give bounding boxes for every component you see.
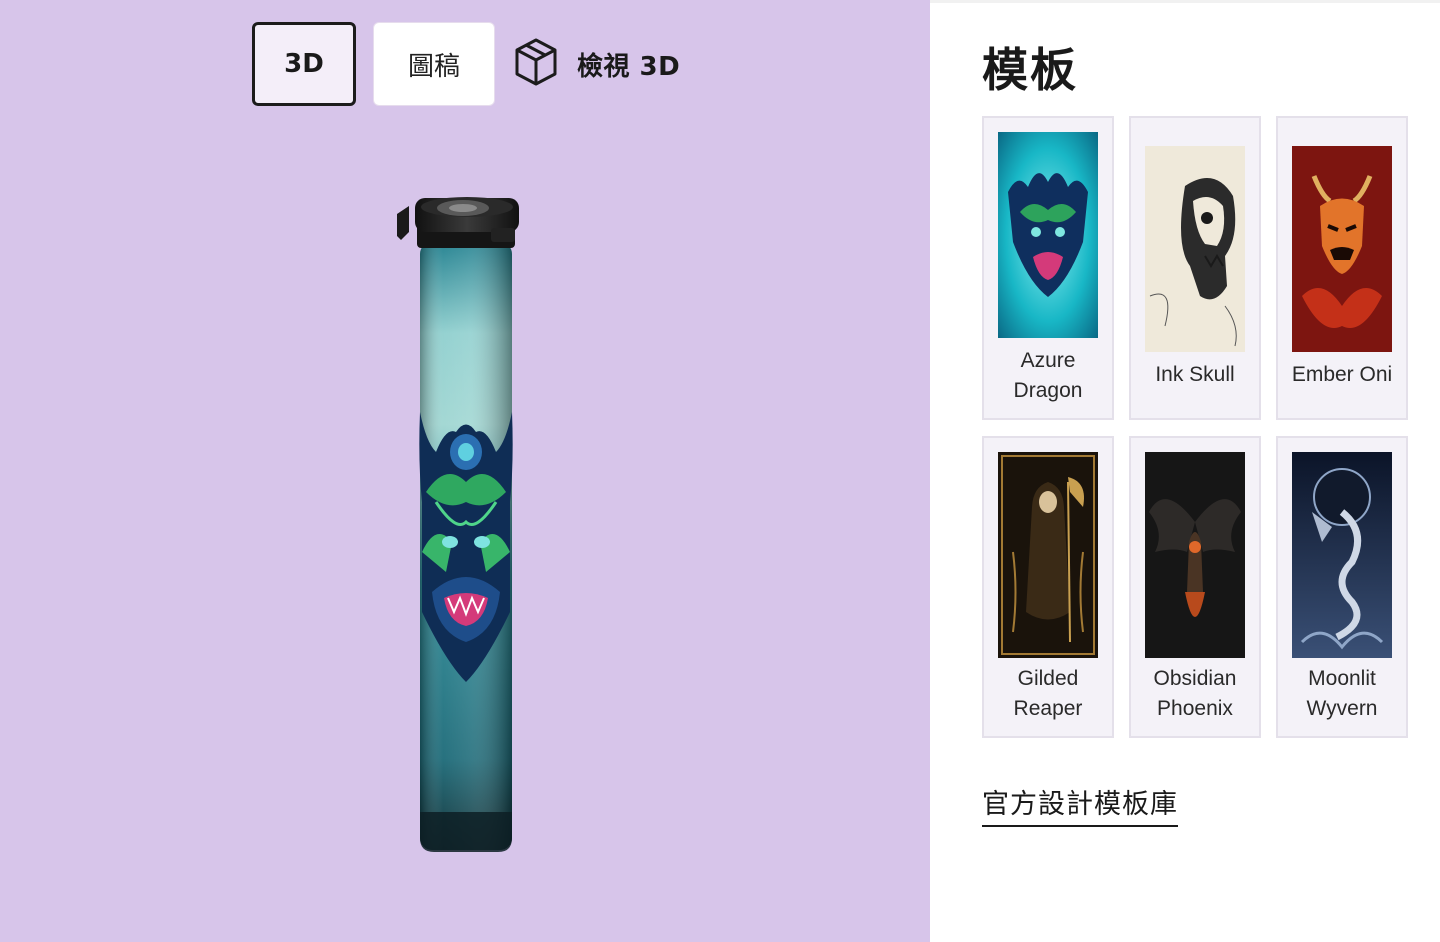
template-card-ink-skull[interactable]: Ink Skull (1129, 116, 1261, 420)
template-thumbnail (1145, 146, 1245, 352)
template-thumbnail (998, 452, 1098, 658)
product-viewer: 3D 圖稿 檢視 3D (0, 0, 930, 942)
view-3d-label: 檢視 3D (577, 51, 681, 82)
template-card-azure-dragon[interactable]: Azure Dragon (982, 116, 1114, 420)
templates-panel: 模板 Azure Dragon Ink Skull Ember Oni Gild… (930, 0, 1440, 942)
template-thumbnail (998, 132, 1098, 338)
template-thumbnail (1145, 452, 1245, 658)
template-card-gilded-reaper[interactable]: Gilded Reaper (982, 436, 1114, 738)
template-name: Ember Oni (1291, 363, 1393, 386)
cube-icon (513, 37, 559, 91)
panel-title: 模板 (982, 43, 1078, 97)
template-library-link[interactable]: 官方設計模板庫 (982, 782, 1178, 827)
template-card-obsidian-phoenix[interactable]: Obsidian Phoenix (1129, 436, 1261, 738)
template-thumbnail (1292, 146, 1392, 352)
panel-top-border (930, 0, 1440, 3)
template-name: Azure Dragon (1013, 349, 1083, 402)
tab-artwork[interactable]: 圖稿 (373, 22, 495, 106)
viewer-toolbar: 3D 圖稿 檢視 3D (252, 22, 680, 106)
template-name: Ink Skull (1155, 363, 1235, 386)
template-name: Gilded Reaper (1013, 667, 1083, 720)
template-card-ember-oni[interactable]: Ember Oni (1276, 116, 1408, 420)
tab-3d[interactable]: 3D (252, 22, 356, 106)
product-3d-render[interactable] (393, 192, 523, 856)
view-3d-button[interactable]: 檢視 3D (513, 22, 680, 106)
template-thumbnail (1292, 452, 1392, 658)
template-card-moonlit-wyvern[interactable]: Moonlit Wyvern (1276, 436, 1408, 738)
template-name: Moonlit Wyvern (1306, 667, 1378, 720)
template-name: Obsidian Phoenix (1153, 667, 1237, 720)
